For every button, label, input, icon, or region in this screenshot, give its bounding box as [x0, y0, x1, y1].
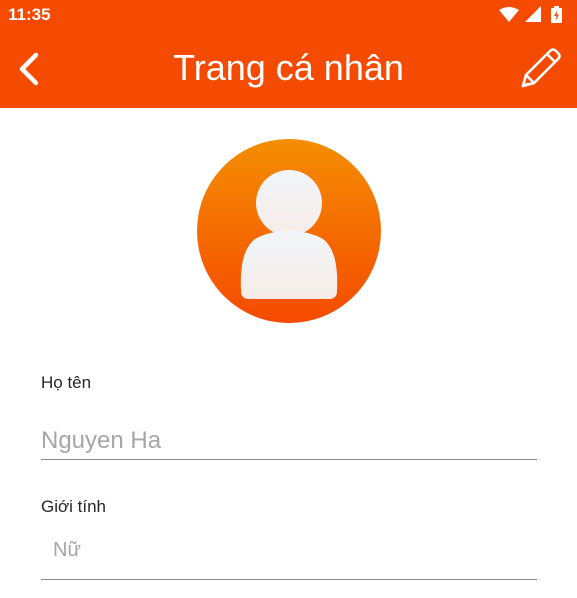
gender-label: Giới tính [41, 497, 107, 516]
name-field[interactable]: Nguyen Ha [41, 427, 537, 460]
gender-field[interactable]: Nữ [41, 539, 537, 580]
page-title: Trang cá nhân [173, 47, 404, 88]
app-bar: Trang cá nhân [0, 30, 577, 108]
user-icon [240, 170, 338, 299]
avatar[interactable] [197, 139, 381, 323]
edit-pencil-icon[interactable] [517, 44, 563, 92]
wifi-icon [499, 7, 519, 22]
status-time: 11:35 [8, 5, 51, 24]
name-label: Họ tên [41, 373, 92, 392]
status-bar: 11:35 [0, 0, 577, 30]
signal-icon [525, 6, 541, 22]
battery-charging-icon [551, 6, 562, 23]
system-icons [499, 6, 562, 23]
